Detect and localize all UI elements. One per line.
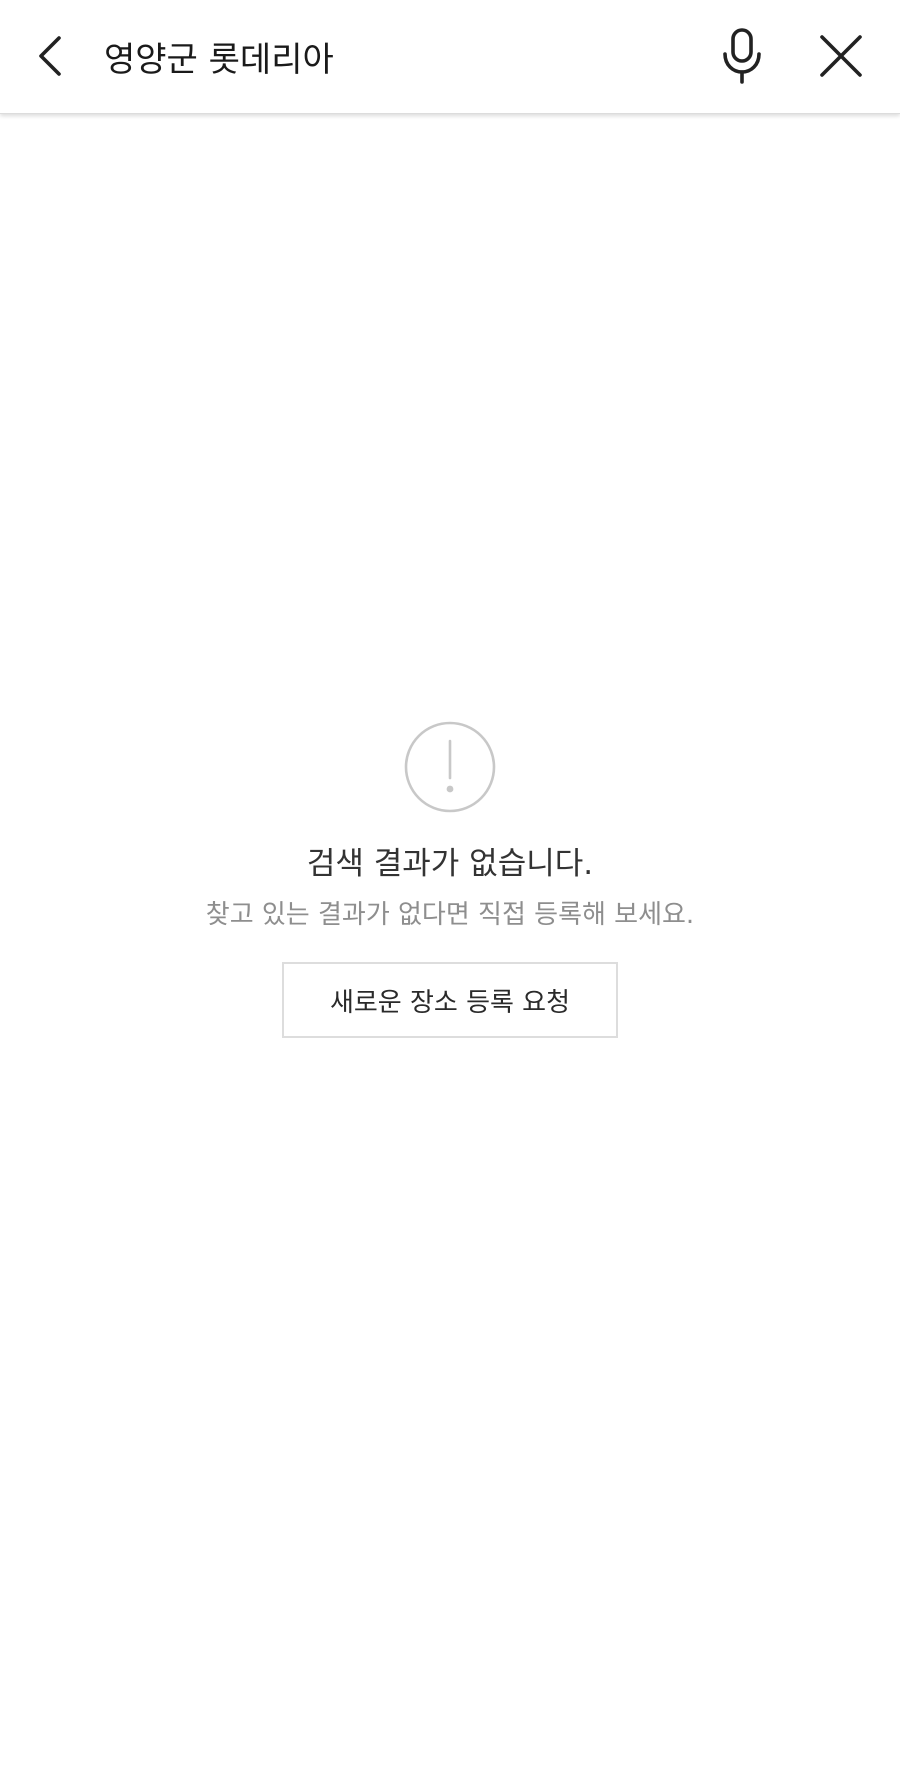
register-new-place-button[interactable]: 새로운 장소 등록 요청 (282, 962, 618, 1038)
search-input[interactable] (104, 24, 684, 88)
search-header (0, 0, 900, 114)
no-results-subtitle: 찾고 있는 결과가 없다면 직접 등록해 보세요. (205, 900, 695, 930)
clear-search-button[interactable] (813, 28, 869, 84)
close-icon (820, 35, 862, 77)
no-results-title: 검색 결과가 없습니다. (306, 846, 594, 882)
chevron-left-icon (39, 36, 61, 76)
voice-search-button[interactable] (714, 22, 770, 90)
microphone-icon (723, 28, 761, 84)
search-results-page: 검색 결과가 없습니다. 찾고 있는 결과가 없다면 직접 등록해 보세요. 새… (0, 0, 900, 1775)
back-button[interactable] (22, 22, 78, 90)
exclamation-circle-icon (404, 721, 496, 813)
no-results-panel: 검색 결과가 없습니다. 찾고 있는 결과가 없다면 직접 등록해 보세요. 새… (0, 720, 900, 1038)
